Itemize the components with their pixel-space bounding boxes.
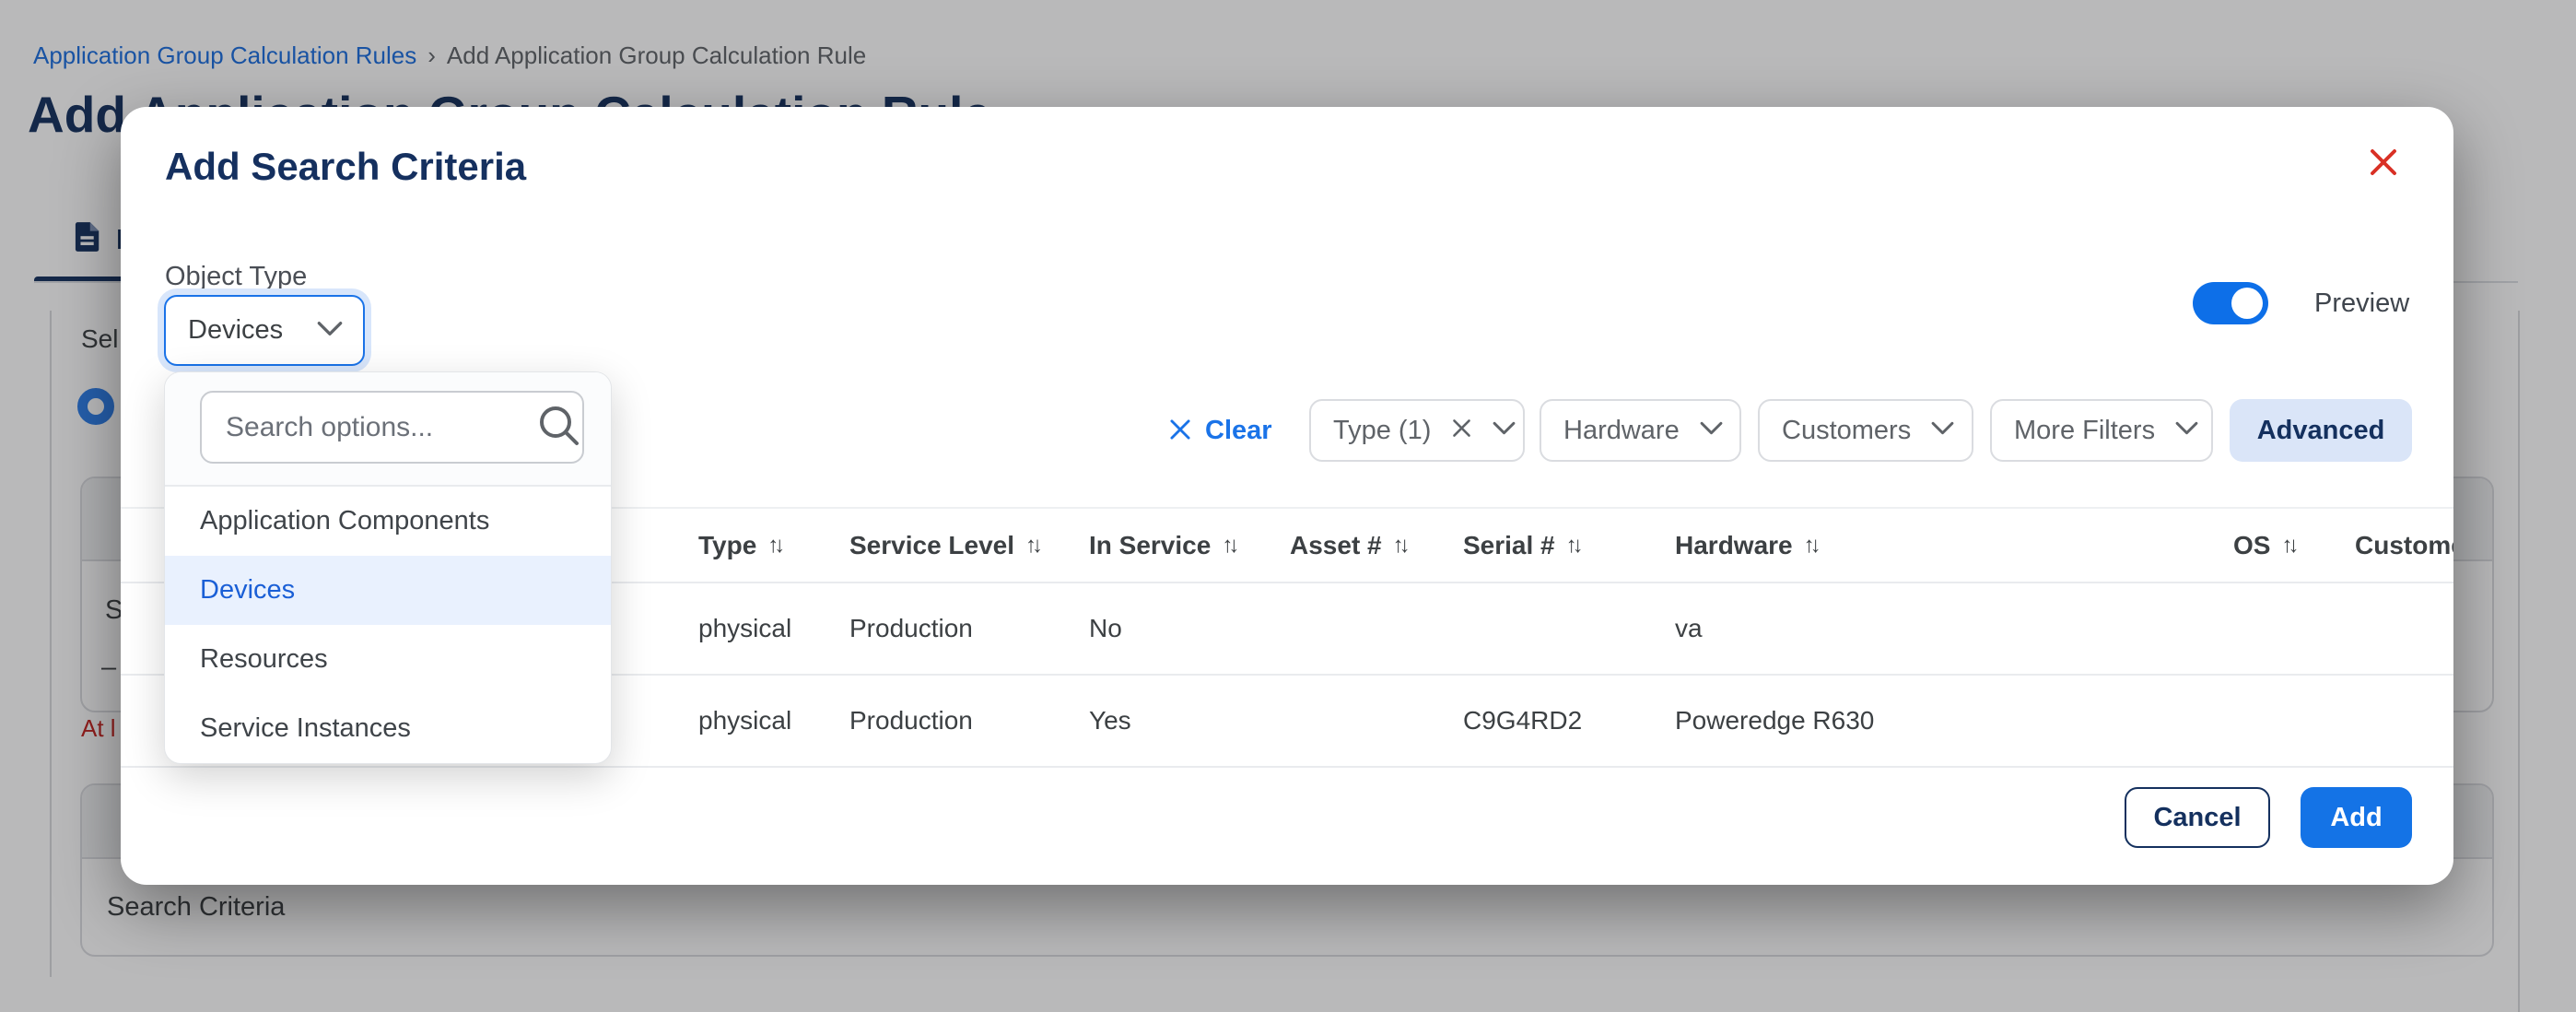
column-header-service-level[interactable]: Service Level ↑↓ xyxy=(849,531,1089,560)
column-label: Asset # xyxy=(1290,531,1382,560)
column-header-type[interactable]: Type ↑↓ xyxy=(698,531,849,560)
sort-icon: ↑↓ xyxy=(2281,533,2294,559)
cell-in-service: No xyxy=(1089,614,1290,643)
dropdown-option-service-instances[interactable]: Service Instances xyxy=(165,694,611,763)
dropdown-search-section xyxy=(165,372,611,487)
column-header-serial[interactable]: Serial # ↑↓ xyxy=(1463,531,1675,560)
cell-service-level: Production xyxy=(849,706,1089,735)
cell-service-level: Production xyxy=(849,614,1089,643)
add-button[interactable]: Add xyxy=(2301,787,2412,848)
column-header-asset[interactable]: Asset # ↑↓ xyxy=(1290,531,1463,560)
column-label: Serial # xyxy=(1463,531,1555,560)
search-options-input[interactable] xyxy=(200,391,584,464)
add-search-criteria-modal: Add Search Criteria Object Type Devices … xyxy=(121,107,2453,885)
clear-x-icon xyxy=(1168,418,1192,444)
filter-pill-hardware[interactable]: Hardware xyxy=(1540,399,1741,462)
screen: Application Group Calculation Rules › Ad… xyxy=(0,0,2576,1012)
sort-icon: ↑↓ xyxy=(767,533,780,559)
chevron-down-icon xyxy=(1700,421,1723,440)
preview-control: Preview xyxy=(2193,282,2409,324)
object-type-dropdown-panel: Application Components Devices Resources… xyxy=(164,371,612,764)
filter-pill-customers-label: Customers xyxy=(1782,416,1911,446)
toggle-knob xyxy=(2231,288,2263,319)
filter-pill-type-label: Type (1) xyxy=(1333,416,1431,446)
cancel-button[interactable]: Cancel xyxy=(2125,787,2270,848)
cell-hardware: Poweredge R630 xyxy=(1675,706,2233,735)
filter-pill-more-filters[interactable]: More Filters xyxy=(1990,399,2213,462)
filter-pill-customers[interactable]: Customers xyxy=(1758,399,1973,462)
filter-pill-type[interactable]: Type (1) xyxy=(1309,399,1525,462)
clear-filters-button[interactable]: Clear xyxy=(1168,399,1272,462)
dropdown-option-application-components[interactable]: Application Components xyxy=(165,487,611,556)
close-icon[interactable] xyxy=(2358,136,2409,188)
column-label: Service Level xyxy=(849,531,1014,560)
modal-title: Add Search Criteria xyxy=(165,145,526,189)
column-label: In Service xyxy=(1089,531,1211,560)
preview-label: Preview xyxy=(2314,288,2409,319)
object-type-label: Object Type xyxy=(165,262,307,292)
column-label: OS xyxy=(2233,531,2270,560)
preview-toggle[interactable] xyxy=(2193,282,2268,324)
column-header-hardware[interactable]: Hardware ↑↓ xyxy=(1675,531,2233,560)
advanced-button[interactable]: Advanced xyxy=(2230,399,2412,462)
filter-pill-more-filters-label: More Filters xyxy=(2014,416,2155,446)
cell-hardware: va xyxy=(1675,614,2233,643)
column-header-customers[interactable]: Customers ↑↓ xyxy=(2355,531,2453,560)
cell-type: physical xyxy=(698,706,849,735)
sort-icon: ↑↓ xyxy=(1393,533,1406,559)
chevron-down-icon xyxy=(1493,421,1516,440)
filter-pill-hardware-label: Hardware xyxy=(1563,416,1680,446)
chevron-down-icon xyxy=(1931,421,1954,440)
sort-icon: ↑↓ xyxy=(1804,533,1817,559)
column-header-os[interactable]: OS ↑↓ xyxy=(2233,531,2355,560)
object-type-select[interactable]: Devices xyxy=(164,295,365,366)
dropdown-option-resources[interactable]: Resources xyxy=(165,625,611,694)
sort-icon: ↑↓ xyxy=(1566,533,1579,559)
sort-icon: ↑↓ xyxy=(1025,533,1038,559)
remove-filter-icon[interactable] xyxy=(1451,418,1472,443)
cell-type: physical xyxy=(698,614,849,643)
column-label: Customers xyxy=(2355,531,2453,560)
clear-label: Clear xyxy=(1205,416,1272,446)
column-label: Hardware xyxy=(1675,531,1793,560)
object-type-selected-value: Devices xyxy=(188,315,283,346)
column-header-in-service[interactable]: In Service ↑↓ xyxy=(1089,531,1290,560)
sort-icon: ↑↓ xyxy=(1222,533,1235,559)
dropdown-option-devices[interactable]: Devices xyxy=(165,556,611,625)
cell-serial: C9G4RD2 xyxy=(1463,706,1675,735)
chevron-down-icon xyxy=(2175,421,2198,440)
chevron-down-icon xyxy=(317,321,343,341)
column-label: Type xyxy=(698,531,756,560)
cell-in-service: Yes xyxy=(1089,706,1290,735)
